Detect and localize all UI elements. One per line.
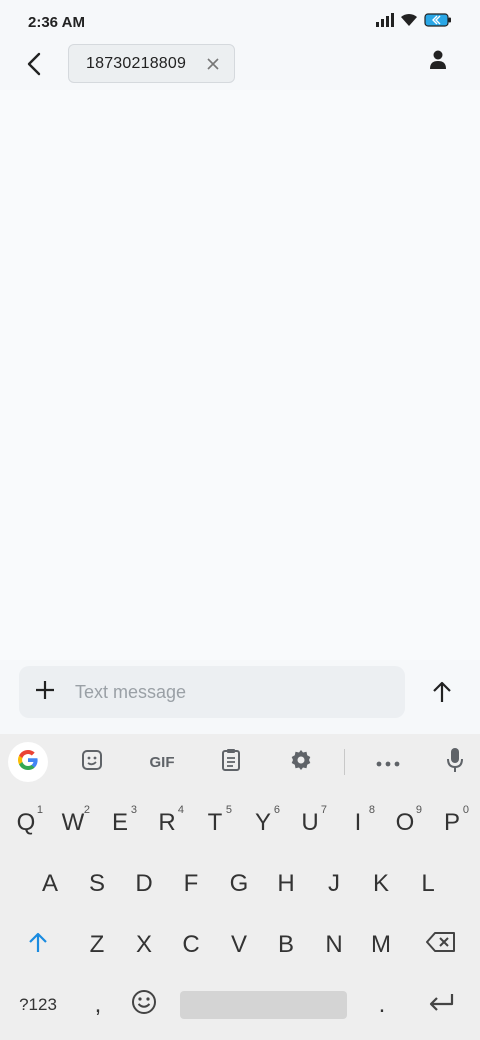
gear-icon	[289, 748, 313, 776]
emoji-icon	[131, 989, 157, 1022]
symbols-key[interactable]: ?123	[14, 978, 62, 1032]
attach-button[interactable]	[19, 666, 71, 718]
signal-icon	[376, 12, 394, 32]
comma-key[interactable]: ,	[75, 978, 121, 1032]
key-e[interactable]: E3	[97, 796, 143, 850]
key-q[interactable]: Q1	[3, 796, 49, 850]
key-m[interactable]: M	[358, 918, 404, 972]
contact-button[interactable]	[424, 48, 452, 76]
key-t[interactable]: T5	[192, 796, 238, 850]
key-g[interactable]: G	[216, 857, 262, 911]
compose-bar: Text message	[19, 666, 405, 718]
key-o[interactable]: O9	[382, 796, 428, 850]
key-u[interactable]: U7	[287, 796, 333, 850]
status-icons	[376, 12, 452, 32]
clipboard-icon	[221, 748, 241, 776]
key-f[interactable]: F	[168, 857, 214, 911]
key-p[interactable]: P0	[429, 796, 475, 850]
keyboard: GIF Q1 W2 E3 R4 T5 Y6 U7 I8 O9 P 0 A S D…	[0, 734, 480, 1040]
mic-icon	[446, 747, 464, 777]
google-g-icon	[16, 748, 40, 777]
person-icon	[429, 50, 447, 75]
period-key[interactable]: .	[359, 978, 405, 1032]
emoji-key[interactable]	[121, 978, 167, 1032]
battery-icon	[424, 12, 452, 32]
enter-icon	[428, 991, 454, 1019]
backspace-key[interactable]	[418, 918, 464, 972]
key-x[interactable]: X	[121, 918, 167, 972]
send-button[interactable]	[424, 676, 460, 712]
back-arrow-icon	[26, 52, 42, 81]
key-l[interactable]: L	[405, 857, 451, 911]
key-s[interactable]: S	[74, 857, 120, 911]
recipient-chip[interactable]: 18730218809	[68, 44, 235, 83]
key-k[interactable]: K	[358, 857, 404, 911]
space-key[interactable]	[180, 991, 347, 1019]
key-d[interactable]: D	[121, 857, 167, 911]
key-v[interactable]: V	[216, 918, 262, 972]
key-h[interactable]: H	[263, 857, 309, 911]
status-time: 2:36 AM	[28, 13, 85, 31]
mic-button[interactable]	[437, 746, 473, 778]
key-y[interactable]: Y6	[240, 796, 286, 850]
close-icon[interactable]	[204, 55, 222, 73]
more-button[interactable]	[370, 746, 406, 778]
key-b[interactable]: B	[263, 918, 309, 972]
key-n[interactable]: N	[311, 918, 357, 972]
back-button[interactable]	[20, 48, 48, 84]
shift-arrow-icon	[28, 931, 48, 960]
more-icon	[376, 754, 400, 771]
wifi-icon	[400, 13, 418, 32]
conversation-header: 18730218809	[0, 44, 480, 90]
key-j[interactable]: J	[311, 857, 357, 911]
key-i[interactable]: I8	[335, 796, 381, 850]
key-w[interactable]: W2	[50, 796, 96, 850]
gif-button[interactable]: GIF	[143, 746, 181, 778]
message-thread	[0, 90, 480, 660]
backspace-icon	[426, 931, 456, 959]
settings-button[interactable]	[283, 746, 319, 778]
google-button[interactable]	[8, 742, 48, 782]
gif-label: GIF	[149, 753, 175, 771]
enter-key[interactable]	[418, 978, 464, 1032]
toolbar-divider	[344, 749, 345, 775]
key-c[interactable]: C	[168, 918, 214, 972]
recipient-number: 18730218809	[86, 54, 187, 72]
message-input[interactable]: Text message	[75, 682, 186, 703]
clipboard-button[interactable]	[213, 746, 249, 778]
sticker-button[interactable]	[74, 746, 110, 778]
keyboard-toolbar: GIF	[0, 734, 480, 790]
plus-icon	[35, 680, 55, 705]
sticker-icon	[81, 749, 103, 775]
key-z[interactable]: Z	[74, 918, 120, 972]
status-bar: 2:36 AM	[0, 0, 480, 44]
send-arrow-icon	[432, 681, 452, 708]
key-r[interactable]: R4	[144, 796, 190, 850]
key-a[interactable]: A	[27, 857, 73, 911]
shift-key[interactable]	[15, 918, 61, 972]
